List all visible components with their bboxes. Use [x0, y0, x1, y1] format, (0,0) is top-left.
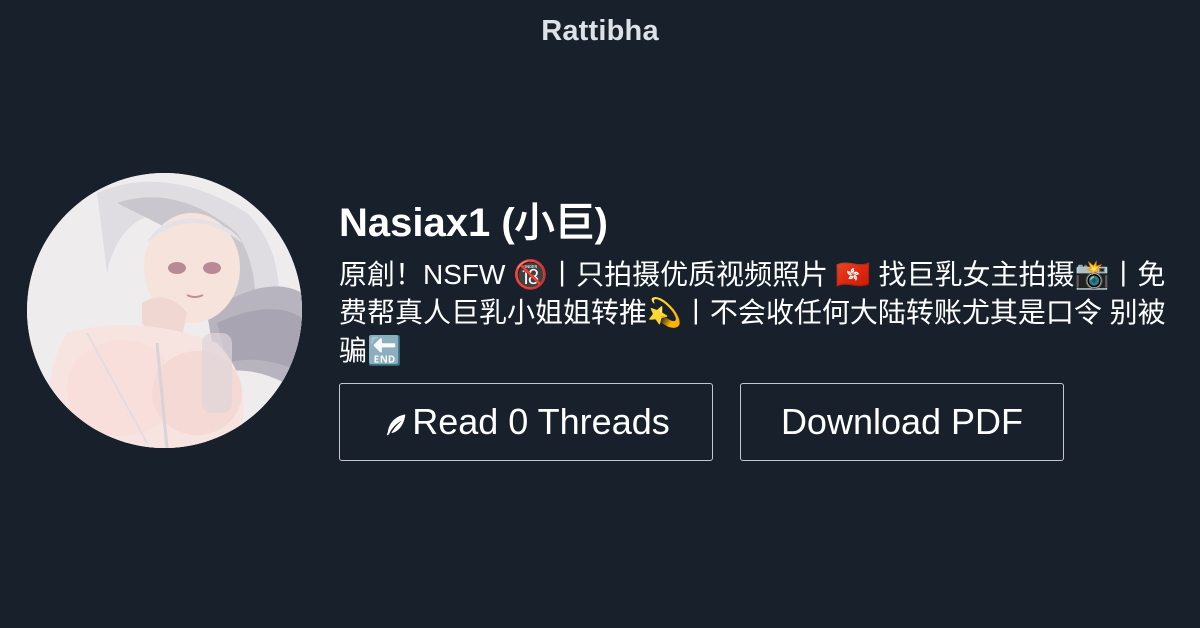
read-threads-label: Read 0 Threads: [412, 401, 670, 442]
profile-bio: 原創！NSFW 🔞丨只拍摄优质视频照片 🇭🇰 找巨乳女主拍摄📸丨免费帮真人巨乳小…: [339, 259, 1166, 366]
feather-icon: [386, 414, 406, 436]
site-brand[interactable]: Rattibha: [0, 15, 1200, 48]
profile-name: Nasiax1 (小巨): [339, 201, 608, 245]
read-threads-button[interactable]: Read 0 Threads: [339, 383, 713, 461]
avatar-image: [27, 173, 302, 448]
download-pdf-label: Download PDF: [780, 401, 1024, 442]
avatar: [27, 173, 302, 448]
download-pdf-button[interactable]: Download PDF: [740, 383, 1064, 461]
